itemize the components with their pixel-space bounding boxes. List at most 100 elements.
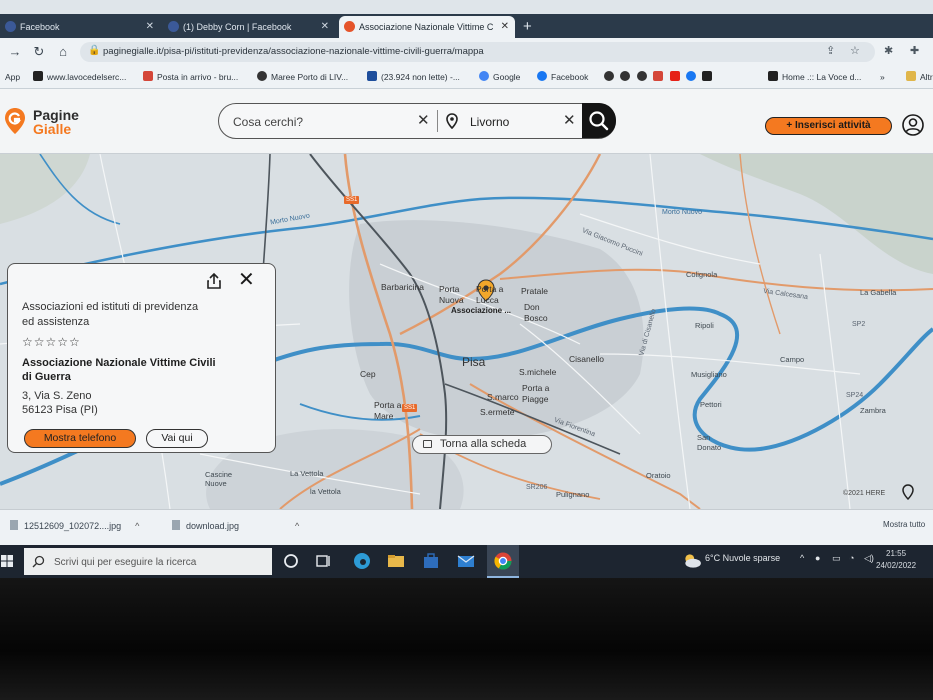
bookmark-star-icon[interactable]: ☆ — [850, 44, 860, 57]
bookmark-others[interactable]: Altr — [906, 66, 933, 88]
task-view-icon[interactable] — [314, 551, 334, 571]
bookmark-lavoce[interactable]: www.lavocedelserc... — [33, 66, 126, 88]
rating-stars[interactable]: ☆☆☆☆☆ — [22, 335, 81, 349]
reload-icon[interactable]: ↻ — [30, 43, 48, 61]
back-arrow-icon[interactable]: → — [6, 43, 24, 61]
bookmark-app[interactable]: App — [5, 66, 20, 88]
clear-location-icon[interactable]: ✕ — [563, 112, 576, 130]
map-label-san-donato: San Donato — [697, 433, 722, 452]
tab-strip: Facebook ✕ (1) Debby Corn | Facebook ✕ A… — [0, 14, 933, 38]
volume-icon[interactable]: ◁) — [864, 553, 874, 564]
listing-name[interactable]: Associazione Nazionale Vittime Civili di… — [22, 356, 222, 384]
directions-button[interactable]: Vai qui — [146, 429, 208, 448]
bookmark-favicon-icon — [33, 71, 43, 81]
folder-icon — [906, 71, 916, 81]
close-tab-icon[interactable]: ✕ — [321, 16, 329, 38]
map-view[interactable]: Pisa Barbaricina Porta Nuova Porta a Luc… — [0, 154, 933, 509]
bookmarks-overflow-icon[interactable]: » — [880, 66, 885, 88]
search-input[interactable] — [231, 111, 415, 133]
chevron-up-icon: ^ — [135, 521, 140, 531]
edge-icon[interactable] — [352, 551, 372, 571]
taskbar-chrome-active[interactable] — [487, 545, 519, 578]
bookmark-icons-row[interactable] — [604, 66, 716, 88]
map-pin-icon[interactable] — [902, 484, 914, 500]
insert-business-button[interactable]: + Inserisci attività — [765, 117, 892, 135]
map-label-la-gabella: La Gabella — [860, 288, 897, 297]
wifi-icon[interactable]: ◔ — [849, 553, 854, 563]
share-icon[interactable]: ⇪ — [826, 44, 835, 57]
user-account-icon[interactable] — [902, 114, 924, 136]
bookmark-maree[interactable]: Maree Porto di LIV... — [257, 66, 348, 88]
location-pin-icon — [446, 113, 458, 129]
cortana-icon[interactable] — [281, 551, 301, 571]
gmail-icon — [653, 71, 664, 81]
map-label-pisa: Pisa — [462, 355, 486, 369]
close-tab-icon[interactable]: ✕ — [501, 16, 509, 38]
tab-associazione[interactable]: Associazione Nazionale Vittime C ✕ — [339, 16, 515, 38]
url-text: paginegialle.it/pisa-pi/istituti-previde… — [103, 46, 484, 57]
show-phone-button[interactable]: Mostra telefono — [24, 429, 136, 448]
tab-debby-corn[interactable]: (1) Debby Corn | Facebook ✕ — [163, 16, 335, 38]
bookmark-gmail[interactable]: Posta in arrivo - bru... — [143, 66, 238, 88]
bookmark-google[interactable]: Google — [479, 66, 520, 88]
mail-icon[interactable] — [456, 551, 476, 571]
taskbar-search-input[interactable] — [52, 552, 266, 573]
puzzle-icon[interactable]: ✚ — [910, 44, 919, 57]
battery-icon[interactable]: ▭ — [832, 553, 841, 564]
facebook-icon — [537, 71, 547, 81]
map-label-sp2: SP2 — [852, 321, 866, 328]
paginegialle-logo-icon[interactable] — [4, 107, 26, 135]
map-copyright: ©2021 HERE — [843, 490, 886, 497]
site-logo[interactable]: Pagine Gialle — [33, 108, 79, 136]
system-clock[interactable]: 21:55 24/02/2022 — [876, 548, 916, 572]
back-to-listing-button[interactable]: Torna alla scheda — [412, 435, 552, 454]
address-bar[interactable]: 🔒 paginegialle.it/pisa-pi/istituti-previ… — [80, 42, 875, 62]
file-explorer-icon[interactable] — [386, 551, 406, 571]
download-item[interactable]: 12512609_102072....jpg ^ — [10, 520, 139, 531]
antivirus-icon[interactable]: ● — [815, 553, 820, 563]
store-icon[interactable] — [421, 551, 441, 571]
tab-facebook[interactable]: Facebook ✕ — [0, 16, 160, 38]
bookmarks-bar: App www.lavocedelserc... Posta in arrivo… — [0, 66, 933, 89]
map-label-pulignano: Pulignano — [556, 490, 590, 499]
facebook-icon — [5, 21, 16, 32]
bookmark-mail[interactable]: (23.924 non lette) -... — [367, 66, 460, 88]
bookmark-home-lavoce[interactable]: Home .:: La Voce d... — [768, 66, 861, 88]
close-tab-icon[interactable]: ✕ — [146, 16, 154, 38]
share-icon[interactable] — [206, 272, 222, 290]
extension-icon[interactable]: ✱ — [884, 44, 893, 57]
document-icon — [423, 440, 432, 448]
search-divider — [437, 110, 438, 132]
map-shield-ss1-south: SS1 — [402, 404, 418, 412]
weather-text[interactable]: 6°C Nuvole sparse — [705, 553, 780, 563]
map-label-smichele: S.michele — [519, 367, 557, 377]
lock-icon: 🔒 — [88, 45, 101, 56]
bookmark-facebook[interactable]: Facebook — [537, 66, 588, 88]
facebook-icon — [168, 21, 179, 32]
home-icon[interactable]: ⌂ — [54, 43, 72, 61]
close-card-icon[interactable]: ✕ — [238, 270, 255, 290]
listing-address: 3, Via S. Zeno 56123 Pisa (PI) — [22, 390, 98, 416]
mail-icon — [367, 71, 377, 81]
map-label-musigliano: Musigliano — [691, 370, 727, 379]
map-label-campo: Campo — [780, 355, 805, 364]
search-button[interactable] — [582, 103, 616, 138]
location-input[interactable] — [468, 111, 567, 133]
map-label-marker[interactable]: Associazione ... — [451, 306, 511, 315]
download-item[interactable]: download.jpg ^ — [172, 520, 299, 531]
chevron-up-icon: ^ — [295, 521, 300, 531]
gmail-icon — [143, 71, 153, 81]
search-bar: ✕ ✕ — [218, 103, 616, 139]
map-label-barbaricina: Barbaricina — [381, 282, 424, 292]
clear-search-icon[interactable]: ✕ — [417, 112, 430, 130]
windows-start-icon[interactable] — [0, 554, 14, 568]
new-tab-icon[interactable]: + — [523, 16, 532, 38]
weather-cloud-icon — [685, 554, 701, 568]
map-label-sermete: S.ermete — [480, 407, 515, 417]
map-label-la-vettola: La Vettola — [290, 469, 324, 478]
globe-icon — [257, 71, 267, 81]
tray-overflow-icon[interactable]: ^ — [800, 553, 804, 563]
map-shield-ss1: SS1 — [344, 196, 360, 204]
show-all-downloads-link[interactable]: Mostra tutto — [883, 520, 925, 529]
map-label-zambra: Zambra — [860, 406, 886, 415]
